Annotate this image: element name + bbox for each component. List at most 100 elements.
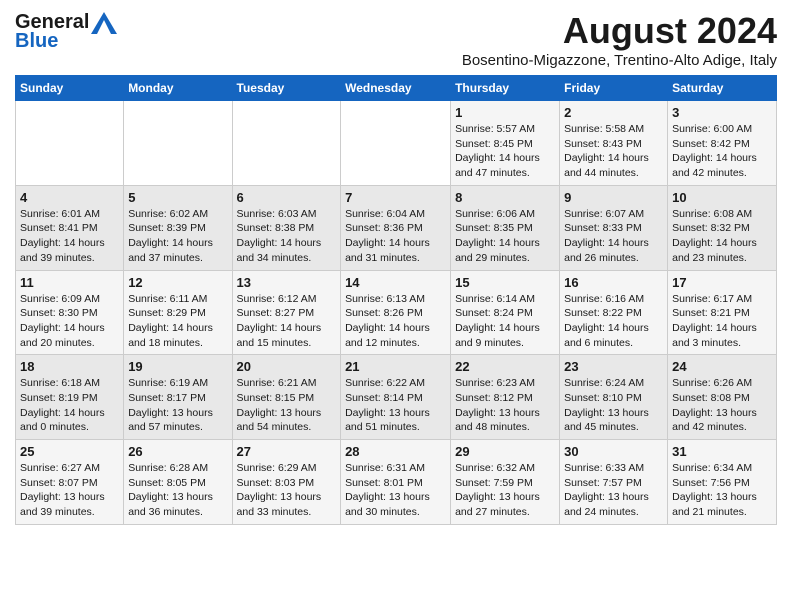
table-row: 25 Sunrise: 6:27 AM Sunset: 8:07 PM Dayli…	[16, 440, 124, 525]
day-info: Sunrise: 6:12 AM Sunset: 8:27 PM Dayligh…	[237, 293, 322, 349]
table-row: 9 Sunrise: 6:07 AM Sunset: 8:33 PM Daylig…	[560, 185, 668, 270]
day-info: Sunrise: 6:09 AM Sunset: 8:30 PM Dayligh…	[20, 293, 105, 349]
table-row: 11 Sunrise: 6:09 AM Sunset: 8:30 PM Dayli…	[16, 270, 124, 355]
day-number: 23	[564, 359, 663, 374]
day-number: 22	[455, 359, 555, 374]
table-row	[16, 101, 124, 186]
day-info: Sunrise: 6:26 AM Sunset: 8:08 PM Dayligh…	[672, 377, 757, 433]
table-row: 7Sunrise: 6:04 AM Sunset: 8:36 PM Daylig…	[341, 185, 451, 270]
table-row: 23Sunrise: 6:24 AM Sunset: 8:10 PM Dayli…	[560, 355, 668, 440]
day-number: 31	[672, 444, 772, 459]
day-number: 9	[564, 190, 663, 205]
table-row: 2Sunrise: 5:58 AM Sunset: 8:43 PM Daylig…	[560, 101, 668, 186]
table-row: 26 Sunrise: 6:28 AM Sunset: 8:05 PM Dayli…	[124, 440, 232, 525]
day-number: 24	[672, 359, 772, 374]
logo: General Blue	[15, 10, 117, 53]
table-row: 30Sunrise: 6:33 AM Sunset: 7:57 PM Dayli…	[560, 440, 668, 525]
day-info: Sunrise: 6:01 AM Sunset: 8:41 PM Dayligh…	[20, 208, 105, 264]
day-info: Sunrise: 6:00 AM Sunset: 8:42 PM Dayligh…	[672, 123, 757, 179]
day-info: Sunrise: 6:17 AM Sunset: 8:21 PM Dayligh…	[672, 293, 757, 349]
day-info: Sunrise: 5:57 AM Sunset: 8:45 PM Dayligh…	[455, 123, 540, 179]
col-saturday: Saturday	[668, 76, 777, 101]
month-year-title: August 2024	[462, 10, 777, 52]
calendar-week-row: 11 Sunrise: 6:09 AM Sunset: 8:30 PM Dayli…	[16, 270, 777, 355]
col-tuesday: Tuesday	[232, 76, 341, 101]
day-info: Sunrise: 6:27 AM Sunset: 8:07 PM Dayligh…	[20, 462, 105, 518]
table-row	[232, 101, 341, 186]
day-number: 15	[455, 275, 555, 290]
table-row: 20 Sunrise: 6:21 AM Sunset: 8:15 PM Dayli…	[232, 355, 341, 440]
page-header: General Blue August 2024 Bosentino-Migaz…	[15, 10, 777, 69]
day-info: Sunrise: 6:29 AM Sunset: 8:03 PM Dayligh…	[237, 462, 322, 518]
col-sunday: Sunday	[16, 76, 124, 101]
table-row: 10Sunrise: 6:08 AM Sunset: 8:32 PM Dayli…	[668, 185, 777, 270]
day-number: 27	[237, 444, 337, 459]
day-info: Sunrise: 6:13 AM Sunset: 8:26 PM Dayligh…	[345, 293, 430, 349]
day-number: 12	[128, 275, 227, 290]
col-monday: Monday	[124, 76, 232, 101]
day-info: Sunrise: 6:32 AM Sunset: 7:59 PM Dayligh…	[455, 462, 540, 518]
calendar-table: Sunday Monday Tuesday Wednesday Thursday…	[15, 75, 777, 525]
day-info: Sunrise: 6:33 AM Sunset: 7:57 PM Dayligh…	[564, 462, 649, 518]
day-number: 5	[128, 190, 227, 205]
day-info: Sunrise: 6:23 AM Sunset: 8:12 PM Dayligh…	[455, 377, 540, 433]
location-subtitle: Bosentino-Migazzone, Trentino-Alto Adige…	[462, 52, 777, 69]
title-area: August 2024 Bosentino-Migazzone, Trentin…	[462, 10, 777, 69]
table-row: 8 Sunrise: 6:06 AM Sunset: 8:35 PM Daylig…	[451, 185, 560, 270]
calendar-week-row: 4 Sunrise: 6:01 AM Sunset: 8:41 PM Daylig…	[16, 185, 777, 270]
day-info: Sunrise: 6:31 AM Sunset: 8:01 PM Dayligh…	[345, 462, 430, 518]
calendar-header-row: Sunday Monday Tuesday Wednesday Thursday…	[16, 76, 777, 101]
day-info: Sunrise: 6:18 AM Sunset: 8:19 PM Dayligh…	[20, 377, 105, 433]
calendar-week-row: 18 Sunrise: 6:18 AM Sunset: 8:19 PM Dayli…	[16, 355, 777, 440]
day-info: Sunrise: 6:08 AM Sunset: 8:32 PM Dayligh…	[672, 208, 757, 264]
table-row: 6Sunrise: 6:03 AM Sunset: 8:38 PM Daylig…	[232, 185, 341, 270]
day-number: 20	[237, 359, 337, 374]
logo-icon	[91, 12, 117, 34]
col-thursday: Thursday	[451, 76, 560, 101]
table-row: 13 Sunrise: 6:12 AM Sunset: 8:27 PM Dayli…	[232, 270, 341, 355]
day-number: 13	[237, 275, 337, 290]
day-info: Sunrise: 6:11 AM Sunset: 8:29 PM Dayligh…	[128, 293, 213, 349]
day-number: 17	[672, 275, 772, 290]
table-row: 22 Sunrise: 6:23 AM Sunset: 8:12 PM Dayli…	[451, 355, 560, 440]
table-row: 27 Sunrise: 6:29 AM Sunset: 8:03 PM Dayli…	[232, 440, 341, 525]
day-number: 8	[455, 190, 555, 205]
calendar-week-row: 25 Sunrise: 6:27 AM Sunset: 8:07 PM Dayli…	[16, 440, 777, 525]
table-row: 1 Sunrise: 5:57 AM Sunset: 8:45 PM Daylig…	[451, 101, 560, 186]
logo-blue-text: Blue	[15, 30, 58, 53]
table-row: 17 Sunrise: 6:17 AM Sunset: 8:21 PM Dayli…	[668, 270, 777, 355]
day-info: Sunrise: 6:02 AM Sunset: 8:39 PM Dayligh…	[128, 208, 213, 264]
day-number: 4	[20, 190, 119, 205]
day-number: 25	[20, 444, 119, 459]
col-friday: Friday	[560, 76, 668, 101]
day-number: 16	[564, 275, 663, 290]
table-row: 31 Sunrise: 6:34 AM Sunset: 7:56 PM Dayli…	[668, 440, 777, 525]
day-info: Sunrise: 6:16 AM Sunset: 8:22 PM Dayligh…	[564, 293, 649, 349]
day-number: 1	[455, 105, 555, 120]
day-number: 29	[455, 444, 555, 459]
table-row: 24 Sunrise: 6:26 AM Sunset: 8:08 PM Dayli…	[668, 355, 777, 440]
day-info: Sunrise: 5:58 AM Sunset: 8:43 PM Dayligh…	[564, 123, 649, 179]
table-row: 19Sunrise: 6:19 AM Sunset: 8:17 PM Dayli…	[124, 355, 232, 440]
day-info: Sunrise: 6:21 AM Sunset: 8:15 PM Dayligh…	[237, 377, 322, 433]
table-row: 3 Sunrise: 6:00 AM Sunset: 8:42 PM Daylig…	[668, 101, 777, 186]
day-info: Sunrise: 6:28 AM Sunset: 8:05 PM Dayligh…	[128, 462, 213, 518]
col-wednesday: Wednesday	[341, 76, 451, 101]
day-number: 11	[20, 275, 119, 290]
day-number: 14	[345, 275, 446, 290]
day-info: Sunrise: 6:07 AM Sunset: 8:33 PM Dayligh…	[564, 208, 649, 264]
table-row	[124, 101, 232, 186]
day-number: 26	[128, 444, 227, 459]
calendar-week-row: 1 Sunrise: 5:57 AM Sunset: 8:45 PM Daylig…	[16, 101, 777, 186]
day-number: 3	[672, 105, 772, 120]
day-info: Sunrise: 6:19 AM Sunset: 8:17 PM Dayligh…	[128, 377, 213, 433]
day-number: 18	[20, 359, 119, 374]
day-info: Sunrise: 6:06 AM Sunset: 8:35 PM Dayligh…	[455, 208, 540, 264]
table-row: 16 Sunrise: 6:16 AM Sunset: 8:22 PM Dayli…	[560, 270, 668, 355]
day-number: 28	[345, 444, 446, 459]
table-row: 28 Sunrise: 6:31 AM Sunset: 8:01 PM Dayli…	[341, 440, 451, 525]
day-info: Sunrise: 6:22 AM Sunset: 8:14 PM Dayligh…	[345, 377, 430, 433]
day-number: 7	[345, 190, 446, 205]
day-info: Sunrise: 6:34 AM Sunset: 7:56 PM Dayligh…	[672, 462, 757, 518]
table-row: 14 Sunrise: 6:13 AM Sunset: 8:26 PM Dayli…	[341, 270, 451, 355]
